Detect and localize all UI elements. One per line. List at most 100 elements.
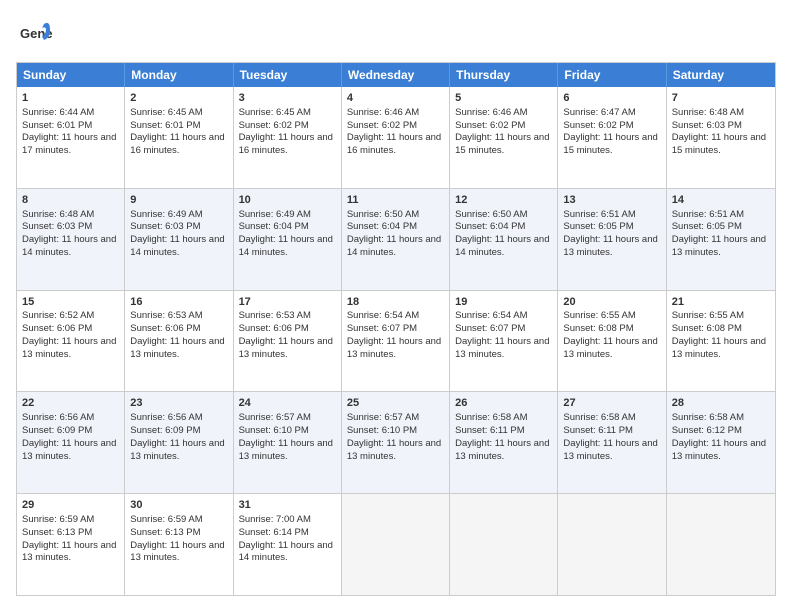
day-number: 5 — [455, 91, 552, 106]
empty-cell — [450, 494, 558, 595]
day-number: 30 — [130, 498, 227, 513]
day-cell-24: 24Sunrise: 6:57 AM Sunset: 6:10 PM Dayli… — [234, 392, 342, 493]
day-number: 8 — [22, 193, 119, 208]
day-info: Sunrise: 6:58 AM Sunset: 6:12 PM Dayligh… — [672, 412, 766, 461]
day-cell-5: 5Sunrise: 6:46 AM Sunset: 6:02 PM Daylig… — [450, 87, 558, 188]
day-number: 23 — [130, 396, 227, 411]
day-number: 24 — [239, 396, 336, 411]
day-number: 29 — [22, 498, 119, 513]
header-saturday: Saturday — [667, 63, 775, 87]
week-row-3: 15Sunrise: 6:52 AM Sunset: 6:06 PM Dayli… — [17, 290, 775, 392]
day-info: Sunrise: 6:59 AM Sunset: 6:13 PM Dayligh… — [130, 514, 224, 563]
header-thursday: Thursday — [450, 63, 558, 87]
header-sunday: Sunday — [17, 63, 125, 87]
day-cell-28: 28Sunrise: 6:58 AM Sunset: 6:12 PM Dayli… — [667, 392, 775, 493]
day-info: Sunrise: 6:52 AM Sunset: 6:06 PM Dayligh… — [22, 310, 116, 359]
empty-cell — [558, 494, 666, 595]
day-info: Sunrise: 6:54 AM Sunset: 6:07 PM Dayligh… — [455, 310, 549, 359]
day-cell-15: 15Sunrise: 6:52 AM Sunset: 6:06 PM Dayli… — [17, 291, 125, 392]
day-info: Sunrise: 6:59 AM Sunset: 6:13 PM Dayligh… — [22, 514, 116, 563]
day-info: Sunrise: 6:55 AM Sunset: 6:08 PM Dayligh… — [672, 310, 766, 359]
week-row-4: 22Sunrise: 6:56 AM Sunset: 6:09 PM Dayli… — [17, 391, 775, 493]
day-cell-21: 21Sunrise: 6:55 AM Sunset: 6:08 PM Dayli… — [667, 291, 775, 392]
day-number: 31 — [239, 498, 336, 513]
day-number: 22 — [22, 396, 119, 411]
day-info: Sunrise: 6:45 AM Sunset: 6:02 PM Dayligh… — [239, 107, 333, 156]
day-cell-12: 12Sunrise: 6:50 AM Sunset: 6:04 PM Dayli… — [450, 189, 558, 290]
week-row-5: 29Sunrise: 6:59 AM Sunset: 6:13 PM Dayli… — [17, 493, 775, 595]
day-info: Sunrise: 6:50 AM Sunset: 6:04 PM Dayligh… — [455, 209, 549, 258]
day-cell-4: 4Sunrise: 6:46 AM Sunset: 6:02 PM Daylig… — [342, 87, 450, 188]
day-info: Sunrise: 6:48 AM Sunset: 6:03 PM Dayligh… — [672, 107, 766, 156]
day-cell-13: 13Sunrise: 6:51 AM Sunset: 6:05 PM Dayli… — [558, 189, 666, 290]
day-info: Sunrise: 6:53 AM Sunset: 6:06 PM Dayligh… — [130, 310, 224, 359]
empty-cell — [342, 494, 450, 595]
day-cell-8: 8Sunrise: 6:48 AM Sunset: 6:03 PM Daylig… — [17, 189, 125, 290]
day-info: Sunrise: 6:55 AM Sunset: 6:08 PM Dayligh… — [563, 310, 657, 359]
day-cell-10: 10Sunrise: 6:49 AM Sunset: 6:04 PM Dayli… — [234, 189, 342, 290]
day-number: 7 — [672, 91, 770, 106]
day-info: Sunrise: 6:56 AM Sunset: 6:09 PM Dayligh… — [22, 412, 116, 461]
day-info: Sunrise: 6:49 AM Sunset: 6:04 PM Dayligh… — [239, 209, 333, 258]
header-tuesday: Tuesday — [234, 63, 342, 87]
day-number: 11 — [347, 193, 444, 208]
day-info: Sunrise: 6:50 AM Sunset: 6:04 PM Dayligh… — [347, 209, 441, 258]
day-cell-6: 6Sunrise: 6:47 AM Sunset: 6:02 PM Daylig… — [558, 87, 666, 188]
day-cell-30: 30Sunrise: 6:59 AM Sunset: 6:13 PM Dayli… — [125, 494, 233, 595]
page: General Sunday Monday Tuesday Wednesday … — [0, 0, 792, 612]
day-number: 1 — [22, 91, 119, 106]
day-cell-18: 18Sunrise: 6:54 AM Sunset: 6:07 PM Dayli… — [342, 291, 450, 392]
header: General — [16, 16, 776, 52]
day-number: 14 — [672, 193, 770, 208]
day-info: Sunrise: 6:48 AM Sunset: 6:03 PM Dayligh… — [22, 209, 116, 258]
day-number: 15 — [22, 295, 119, 310]
day-cell-31: 31Sunrise: 7:00 AM Sunset: 6:14 PM Dayli… — [234, 494, 342, 595]
day-number: 27 — [563, 396, 660, 411]
day-cell-2: 2Sunrise: 6:45 AM Sunset: 6:01 PM Daylig… — [125, 87, 233, 188]
day-info: Sunrise: 6:47 AM Sunset: 6:02 PM Dayligh… — [563, 107, 657, 156]
week-row-2: 8Sunrise: 6:48 AM Sunset: 6:03 PM Daylig… — [17, 188, 775, 290]
day-number: 25 — [347, 396, 444, 411]
day-number: 4 — [347, 91, 444, 106]
calendar-header: Sunday Monday Tuesday Wednesday Thursday… — [17, 63, 775, 87]
day-cell-9: 9Sunrise: 6:49 AM Sunset: 6:03 PM Daylig… — [125, 189, 233, 290]
day-number: 26 — [455, 396, 552, 411]
day-number: 28 — [672, 396, 770, 411]
day-cell-23: 23Sunrise: 6:56 AM Sunset: 6:09 PM Dayli… — [125, 392, 233, 493]
day-cell-7: 7Sunrise: 6:48 AM Sunset: 6:03 PM Daylig… — [667, 87, 775, 188]
header-wednesday: Wednesday — [342, 63, 450, 87]
day-cell-3: 3Sunrise: 6:45 AM Sunset: 6:02 PM Daylig… — [234, 87, 342, 188]
day-cell-16: 16Sunrise: 6:53 AM Sunset: 6:06 PM Dayli… — [125, 291, 233, 392]
day-number: 9 — [130, 193, 227, 208]
day-info: Sunrise: 6:45 AM Sunset: 6:01 PM Dayligh… — [130, 107, 224, 156]
logo: General — [16, 16, 56, 52]
day-cell-14: 14Sunrise: 6:51 AM Sunset: 6:05 PM Dayli… — [667, 189, 775, 290]
day-number: 10 — [239, 193, 336, 208]
day-info: Sunrise: 6:44 AM Sunset: 6:01 PM Dayligh… — [22, 107, 116, 156]
day-cell-19: 19Sunrise: 6:54 AM Sunset: 6:07 PM Dayli… — [450, 291, 558, 392]
day-info: Sunrise: 6:51 AM Sunset: 6:05 PM Dayligh… — [563, 209, 657, 258]
week-row-1: 1Sunrise: 6:44 AM Sunset: 6:01 PM Daylig… — [17, 87, 775, 188]
day-cell-29: 29Sunrise: 6:59 AM Sunset: 6:13 PM Dayli… — [17, 494, 125, 595]
day-number: 12 — [455, 193, 552, 208]
day-info: Sunrise: 6:51 AM Sunset: 6:05 PM Dayligh… — [672, 209, 766, 258]
header-monday: Monday — [125, 63, 233, 87]
day-cell-26: 26Sunrise: 6:58 AM Sunset: 6:11 PM Dayli… — [450, 392, 558, 493]
day-number: 3 — [239, 91, 336, 106]
day-cell-1: 1Sunrise: 6:44 AM Sunset: 6:01 PM Daylig… — [17, 87, 125, 188]
day-number: 18 — [347, 295, 444, 310]
day-info: Sunrise: 6:58 AM Sunset: 6:11 PM Dayligh… — [563, 412, 657, 461]
day-info: Sunrise: 6:46 AM Sunset: 6:02 PM Dayligh… — [455, 107, 549, 156]
day-number: 21 — [672, 295, 770, 310]
day-info: Sunrise: 6:49 AM Sunset: 6:03 PM Dayligh… — [130, 209, 224, 258]
day-info: Sunrise: 6:57 AM Sunset: 6:10 PM Dayligh… — [239, 412, 333, 461]
day-number: 6 — [563, 91, 660, 106]
header-friday: Friday — [558, 63, 666, 87]
day-cell-27: 27Sunrise: 6:58 AM Sunset: 6:11 PM Dayli… — [558, 392, 666, 493]
empty-cell — [667, 494, 775, 595]
day-number: 2 — [130, 91, 227, 106]
day-info: Sunrise: 6:53 AM Sunset: 6:06 PM Dayligh… — [239, 310, 333, 359]
day-info: Sunrise: 6:57 AM Sunset: 6:10 PM Dayligh… — [347, 412, 441, 461]
day-info: Sunrise: 6:56 AM Sunset: 6:09 PM Dayligh… — [130, 412, 224, 461]
calendar-body: 1Sunrise: 6:44 AM Sunset: 6:01 PM Daylig… — [17, 87, 775, 595]
